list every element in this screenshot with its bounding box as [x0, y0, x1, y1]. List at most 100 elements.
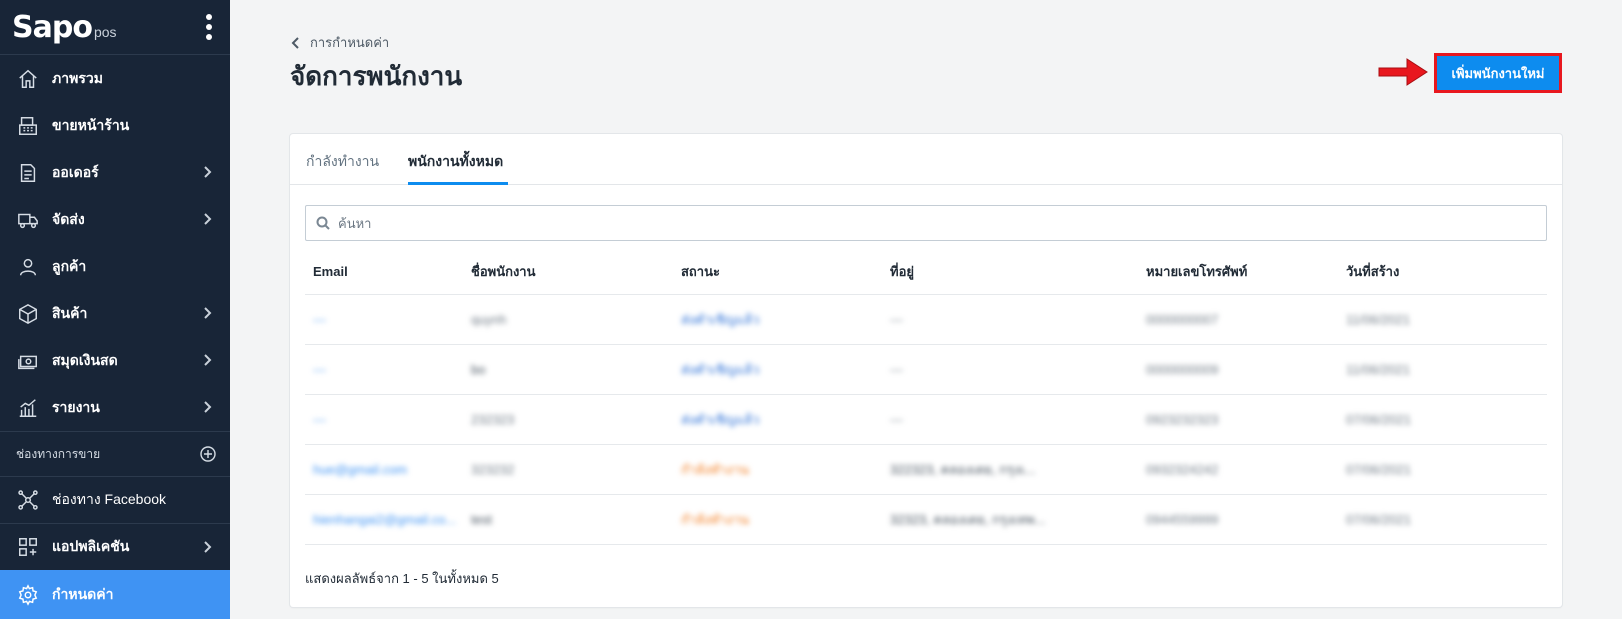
- sidebar-item-shipping[interactable]: จัดส่ง: [0, 196, 230, 243]
- tab-working[interactable]: กำลังทำงาน: [306, 151, 379, 185]
- row-email[interactable]: hienhangai2@gmail.co...: [305, 512, 463, 527]
- sales-channels-header: ช่องทางการขาย: [0, 431, 230, 476]
- row-status: ส่งคำเชิญแล้ว: [681, 412, 760, 427]
- table-row[interactable]: --- quynh ส่งคำเชิญแล้ว --- 0000000007 1…: [305, 295, 1547, 345]
- row-phone: 0923232323: [1146, 412, 1219, 427]
- table-row[interactable]: --- bo ส่งคำเชิญแล้ว --- 0000000009 11/0…: [305, 345, 1547, 395]
- chevron-right-icon: [200, 212, 214, 226]
- chevron-right-icon: [200, 165, 214, 179]
- sidebar-item-label: ขายหน้าร้าน: [52, 116, 130, 133]
- sidebar-item-label: ออเดอร์: [52, 163, 99, 180]
- column-header-status[interactable]: สถานะ: [673, 261, 882, 282]
- add-channel-icon[interactable]: [200, 446, 216, 462]
- row-status: ส่งคำเชิญแล้ว: [681, 362, 760, 377]
- column-header-created[interactable]: วันที่สร้าง: [1338, 261, 1547, 282]
- sidebar-item-apps[interactable]: แอปพลิเคชัน: [0, 523, 230, 570]
- column-header-name[interactable]: ชื่อพนักงาน: [463, 261, 673, 282]
- sidebar-item-customers[interactable]: ลูกค้า: [0, 243, 230, 290]
- more-menu-icon[interactable]: [206, 14, 212, 40]
- breadcrumb[interactable]: การกำหนดค่า: [290, 32, 389, 53]
- sidebar-item-label: กำหนดค่า: [52, 586, 114, 602]
- row-created: 11/06/2021: [1346, 362, 1411, 377]
- row-email[interactable]: ---: [305, 312, 463, 327]
- results-summary: แสดงผลลัพธ์จาก 1 - 5 ในทั้งหมด 5: [305, 571, 499, 586]
- sidebar-item-label: สมุดเงินสด: [52, 351, 118, 368]
- sidebar-item-facebook[interactable]: ช่องทาง Facebook: [0, 476, 230, 523]
- row-address: 32323, คลองเตย, กรุงเทพ...: [890, 512, 1046, 527]
- sidebar-item-label: ช่องทาง Facebook: [52, 491, 167, 507]
- sidebar-item-label: รายงาน: [52, 398, 100, 415]
- sidebar-item-products[interactable]: สินค้า: [0, 290, 230, 337]
- search-input[interactable]: [338, 215, 1528, 231]
- row-created: 07/06/2021: [1346, 412, 1412, 427]
- home-icon: [16, 67, 40, 91]
- sidebar-item-overview[interactable]: ภาพรวม: [0, 55, 230, 102]
- sidebar-item-label: แอปพลิเคชัน: [52, 538, 130, 554]
- row-name: 323232: [471, 462, 515, 477]
- row-phone: 0944559999: [1146, 512, 1219, 527]
- row-status: กำลังทำงาน: [681, 462, 749, 477]
- sidebar-item-orders[interactable]: ออเดอร์: [0, 149, 230, 196]
- apps-icon: [16, 535, 40, 559]
- row-phone: 0932324242: [1146, 462, 1219, 477]
- facebook-channel-icon: [16, 488, 40, 512]
- column-header-phone[interactable]: หมายเลขโทรศัพท์: [1138, 261, 1338, 282]
- row-status: ส่งคำเชิญแล้ว: [681, 312, 760, 327]
- sidebar-item-label: จัดส่ง: [52, 210, 85, 227]
- employees-card: กำลังทำงาน พนักงานทั้งหมด Email ชื่อพนัก…: [290, 134, 1562, 607]
- row-address: ---: [890, 312, 903, 327]
- table-row[interactable]: --- 232323 ส่งคำเชิญแล้ว --- 0923232323 …: [305, 395, 1547, 445]
- row-phone: 0000000007: [1146, 312, 1219, 327]
- chart-icon: [16, 396, 40, 420]
- row-created: 07/06/2021: [1346, 512, 1412, 527]
- page-title: จัดการพนักงาน: [290, 61, 463, 91]
- sidebar-item-label: ลูกค้า: [52, 257, 87, 274]
- row-email[interactable]: hue@gmail.com: [305, 462, 463, 477]
- tab-all-employees[interactable]: พนักงานทั้งหมด: [408, 151, 508, 185]
- order-document-icon: [16, 161, 40, 185]
- sidebar-item-label: ภาพรวม: [52, 69, 103, 86]
- logo[interactable]: Sapo: [12, 10, 93, 45]
- red-arrow-icon: [1378, 58, 1428, 86]
- chevron-right-icon: [200, 400, 214, 414]
- sidebar-item-label: สินค้า: [52, 304, 88, 321]
- cash-icon: [16, 349, 40, 373]
- search-box: [305, 205, 1547, 241]
- row-email[interactable]: ---: [305, 412, 463, 427]
- row-email[interactable]: ---: [305, 362, 463, 377]
- user-icon: [16, 255, 40, 279]
- chevron-right-icon: [200, 353, 214, 367]
- row-status: กำลังทำงาน: [681, 512, 749, 527]
- sidebar-item-settings[interactable]: กำหนดค่า: [0, 570, 230, 619]
- row-address: ---: [890, 412, 903, 427]
- truck-icon: [16, 208, 40, 232]
- column-header-address[interactable]: ที่อยู่: [882, 261, 1138, 282]
- logo-bar: Sapo pos: [0, 0, 230, 55]
- row-name: 232323: [471, 412, 515, 427]
- row-address: 322323, คลองเตย, กรุงเ...: [890, 462, 1036, 477]
- row-name: bo: [471, 362, 486, 377]
- box-icon: [16, 302, 40, 326]
- breadcrumb-label: การกำหนดค่า: [310, 35, 390, 50]
- cash-register-icon: [16, 114, 40, 138]
- sidebar-item-cashbook[interactable]: สมุดเงินสด: [0, 337, 230, 384]
- gear-icon: [16, 583, 40, 607]
- row-created: 07/06/2021: [1346, 462, 1412, 477]
- add-employee-button[interactable]: เพิ่มพนักงานใหม่: [1434, 53, 1562, 93]
- sales-channels-label: ช่องทางการขาย: [16, 446, 101, 461]
- sidebar-item-reports[interactable]: รายงาน: [0, 384, 230, 431]
- chevron-right-icon: [200, 540, 214, 554]
- chevron-left-icon: [291, 36, 299, 49]
- employees-table: Email ชื่อพนักงาน สถานะ ที่อยู่ หมายเลขโ…: [305, 249, 1547, 545]
- chevron-right-icon: [200, 306, 214, 320]
- row-name: test: [471, 512, 492, 527]
- logo-suffix: pos: [93, 24, 117, 40]
- table-row[interactable]: hue@gmail.com 323232 กำลังทำงาน 322323, …: [305, 445, 1547, 495]
- column-header-email[interactable]: Email: [305, 264, 463, 279]
- table-row[interactable]: hienhangai2@gmail.co... test กำลังทำงาน …: [305, 495, 1547, 545]
- sidebar-item-pos[interactable]: ขายหน้าร้าน: [0, 102, 230, 149]
- tab-bar: กำลังทำงาน พนักงานทั้งหมด: [290, 134, 1562, 185]
- search-icon: [316, 216, 330, 230]
- row-phone: 0000000009: [1146, 362, 1219, 377]
- row-address: ---: [890, 362, 903, 377]
